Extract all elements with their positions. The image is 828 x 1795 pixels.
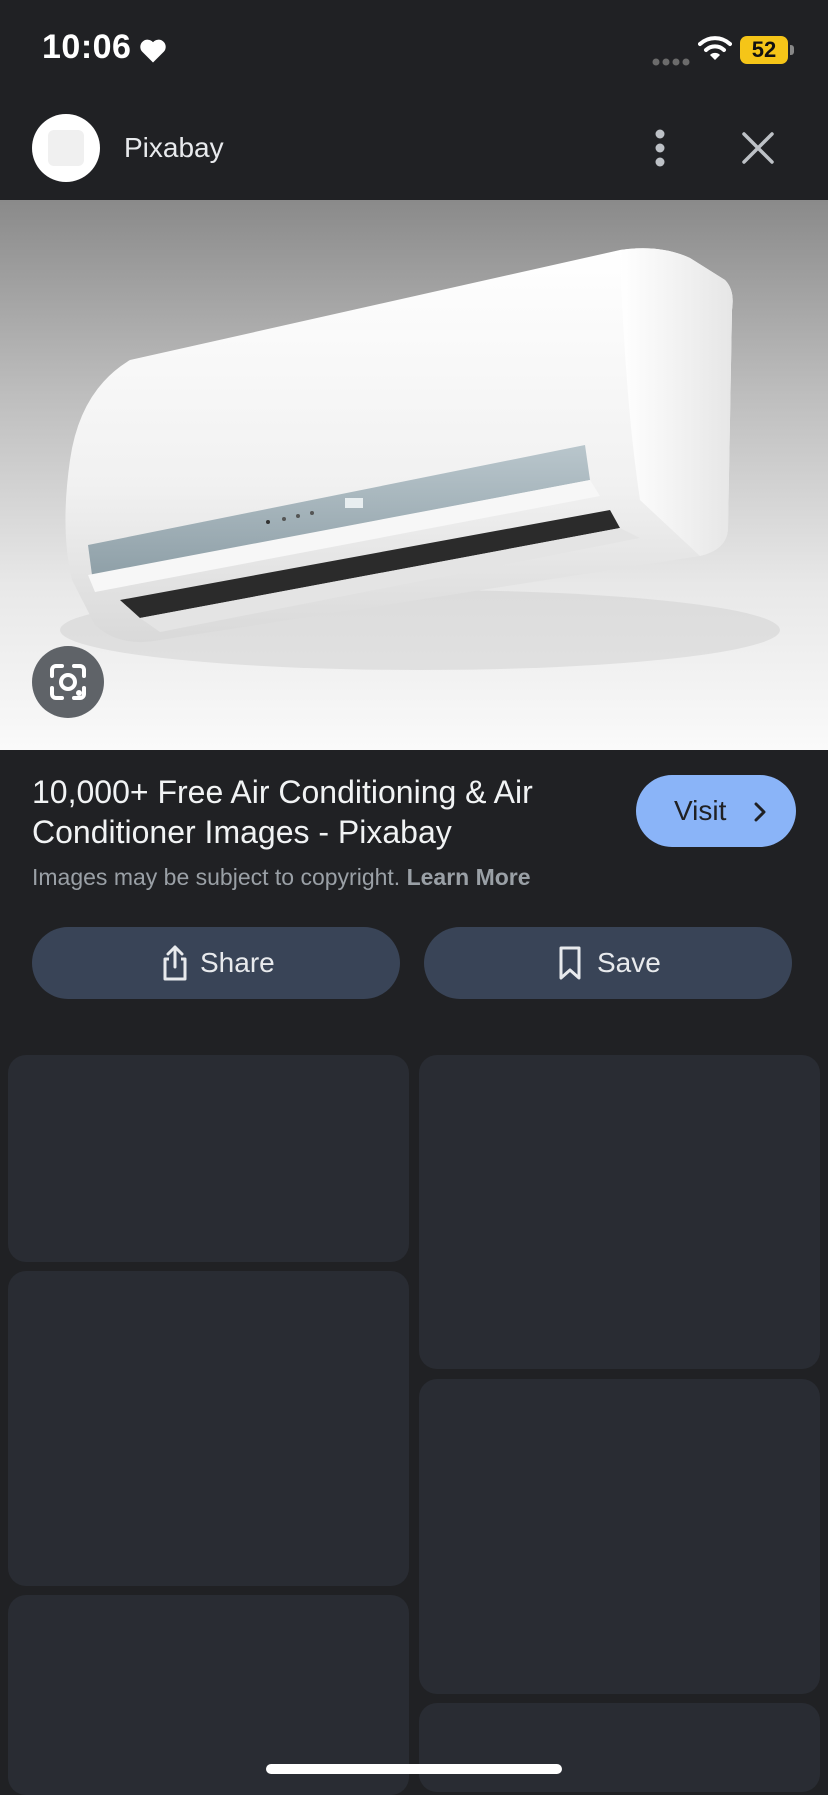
home-indicator[interactable] [266,1764,562,1774]
close-button[interactable] [734,124,782,172]
related-image-placeholder[interactable] [419,1379,820,1694]
battery-level: 52 [740,36,788,64]
related-image-placeholder[interactable] [419,1055,820,1369]
site-name[interactable]: Pixabay [124,132,224,164]
battery-icon: 52 [740,36,794,64]
status-time: 10:06 [42,28,132,66]
more-options-button[interactable] [640,122,680,174]
copyright-text: Images may be subject to copyright. [32,864,401,890]
air-conditioner-image [60,248,780,670]
related-image-placeholder[interactable] [419,1703,820,1792]
status-bar: 10:06 52 [0,0,828,100]
copyright-notice: Images may be subject to copyright. Lear… [32,864,531,891]
visit-button[interactable]: Visit [636,775,796,847]
viewer-header: Pixabay [0,100,828,200]
wifi-icon [698,34,732,67]
chevron-right-icon [754,802,766,822]
result-title[interactable]: 10,000+ Free Air Conditioning & Air Cond… [32,772,612,852]
related-image-placeholder[interactable] [8,1271,409,1586]
share-label: Share [200,947,275,978]
learn-more-link[interactable]: Learn More [407,864,531,890]
heart-icon [138,36,168,69]
site-favicon[interactable] [32,114,100,182]
share-button[interactable]: Share [32,927,400,999]
visit-label: Visit [674,795,727,826]
more-vert-icon [655,129,665,167]
result-image[interactable] [0,200,828,750]
related-image-placeholder[interactable] [8,1055,409,1262]
save-label: Save [597,947,661,978]
save-button[interactable]: Save [424,927,792,999]
share-icon [163,945,187,981]
lens-search-button[interactable] [32,646,104,718]
google-lens-icon [50,664,86,700]
bookmark-icon [559,946,581,980]
close-icon [742,132,774,164]
cellular-signal-icon [652,53,692,71]
